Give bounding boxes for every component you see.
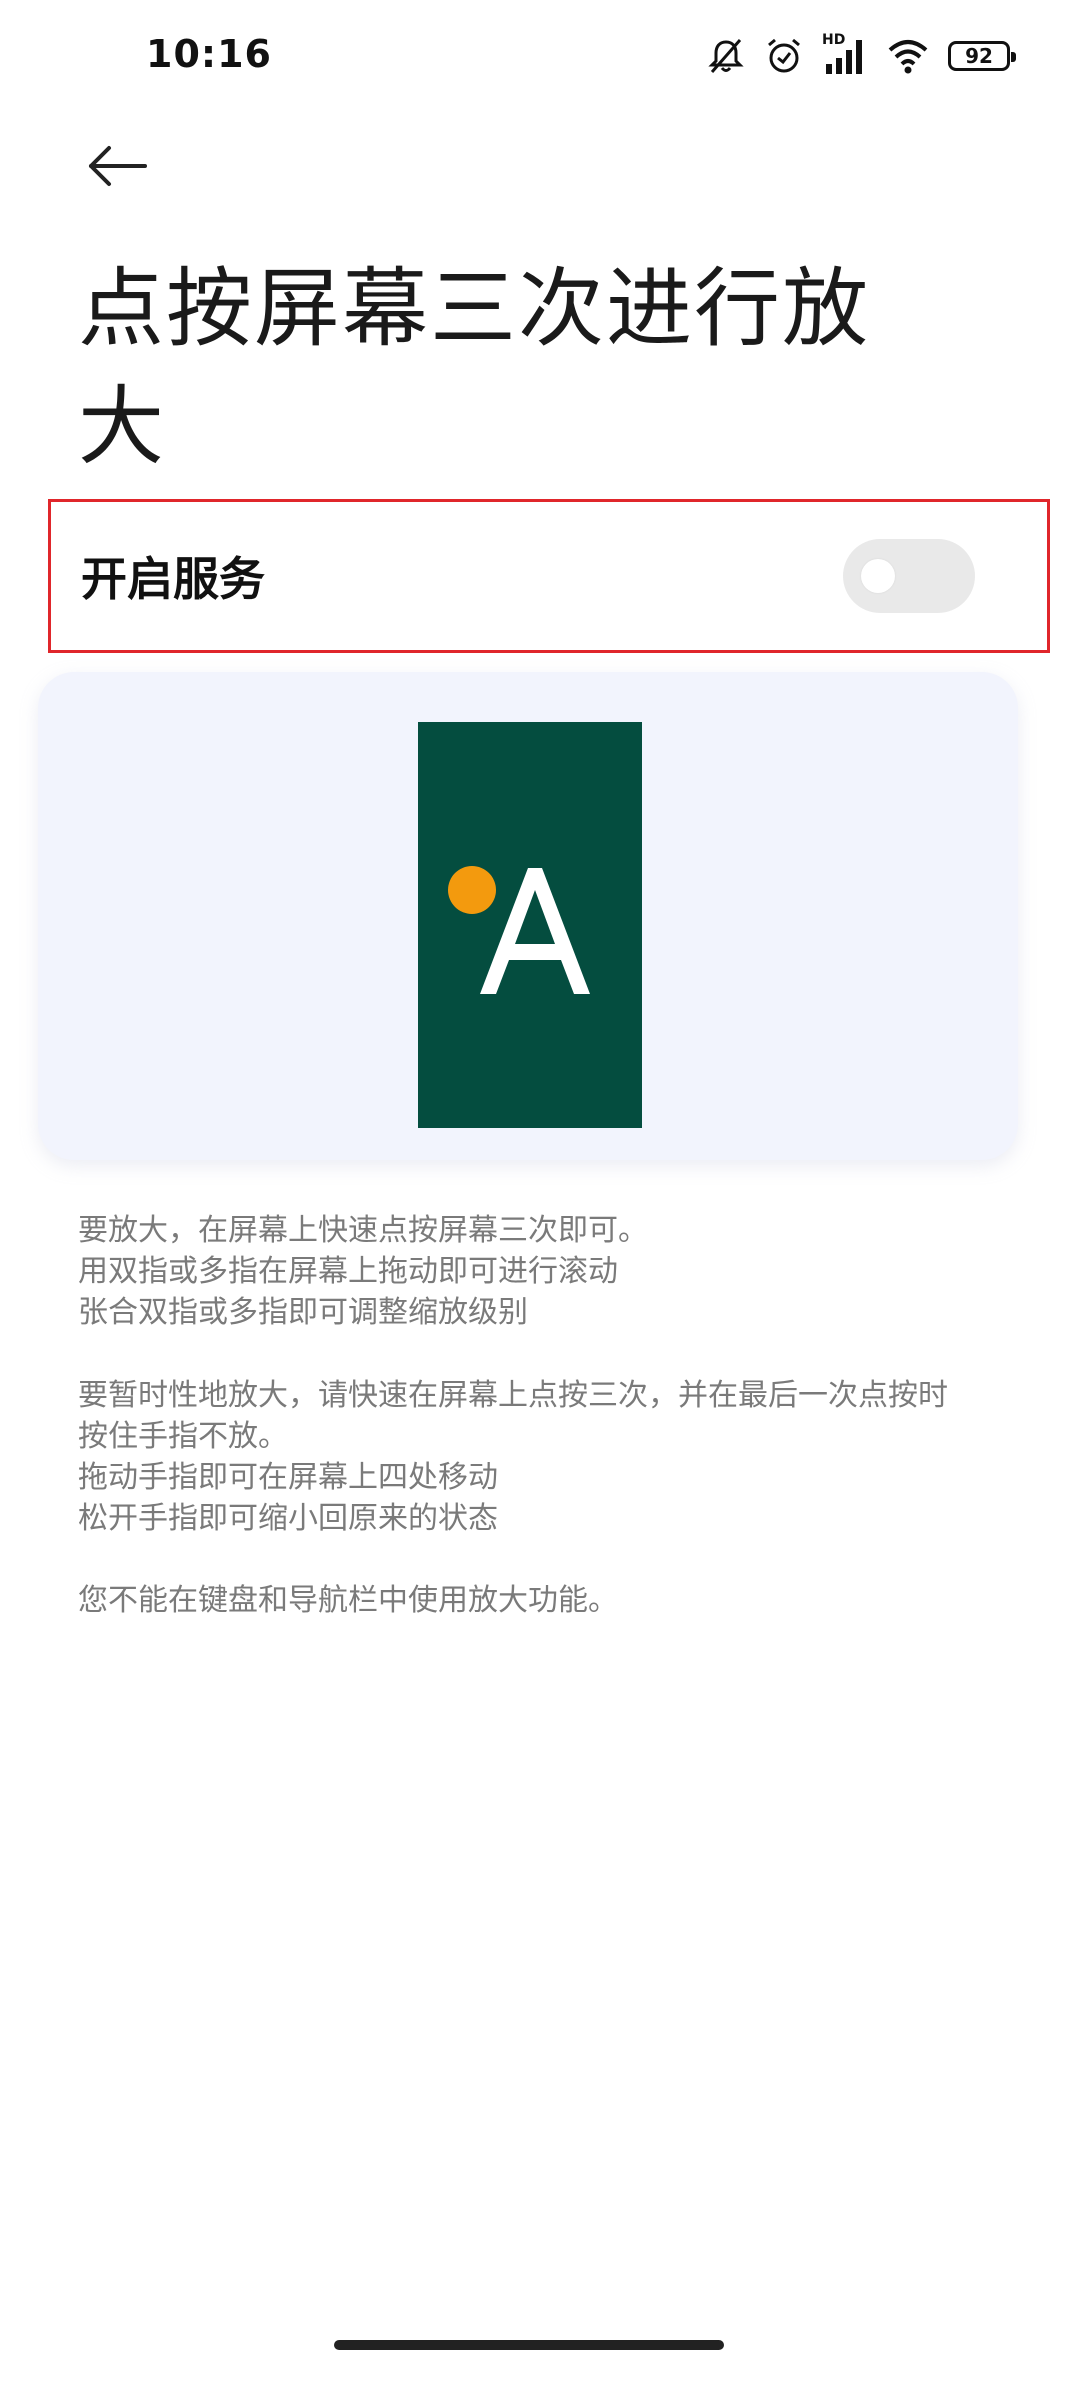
preview-card [38, 672, 1018, 1160]
battery-level: 92 [965, 44, 993, 68]
signal-icon: HD [822, 32, 868, 78]
description-paragraph-1: 要放大，在屏幕上快速点按屏幕三次即可。 用双指或多指在屏幕上拖动即可进行滚动 张… [78, 1210, 1018, 1333]
service-toggle-row[interactable]: 开启服务 [48, 499, 1050, 653]
arrow-left-icon [87, 144, 147, 192]
description-line: 按住手指不放。 [78, 1419, 288, 1454]
status-time: 10:16 [146, 32, 272, 76]
description-paragraph-2: 要暂时性地放大，请快速在屏幕上点按三次，并在最后一次点按时 按住手指不放。 拖动… [78, 1375, 1018, 1539]
status-bar: 10:16 HD 92 [0, 0, 1080, 120]
description-line: 用双指或多指在屏幕上拖动即可进行滚动 [78, 1254, 618, 1289]
toggle-knob [861, 559, 895, 593]
alarm-clock-icon [764, 36, 804, 76]
description-line: 您不能在键盘和导航栏中使用放大功能。 [78, 1583, 618, 1618]
description-paragraph-3: 您不能在键盘和导航栏中使用放大功能。 [78, 1580, 1018, 1621]
home-indicator[interactable] [334, 2340, 724, 2350]
description-line: 张合双指或多指即可调整缩放级别 [78, 1295, 528, 1330]
wifi-icon [886, 36, 930, 76]
bell-muted-icon [706, 36, 746, 76]
description-line: 要放大，在屏幕上快速点按屏幕三次即可。 [78, 1213, 648, 1248]
battery-icon: 92 [948, 41, 1016, 71]
preview-letter-a [480, 868, 590, 994]
status-icons: HD 92 [706, 32, 1016, 78]
service-toggle[interactable] [843, 539, 975, 613]
magnification-preview-image [418, 722, 642, 1128]
service-label: 开启服务 [81, 552, 265, 606]
back-button[interactable] [82, 138, 152, 198]
hd-label: HD [822, 32, 846, 48]
description-line: 要暂时性地放大，请快速在屏幕上点按三次，并在最后一次点按时 [78, 1378, 948, 1413]
description-line: 松开手指即可缩小回原来的状态 [78, 1501, 498, 1536]
page-title: 点按屏幕三次进行放大 [78, 259, 870, 477]
description-line: 拖动手指即可在屏幕上四处移动 [78, 1460, 498, 1495]
